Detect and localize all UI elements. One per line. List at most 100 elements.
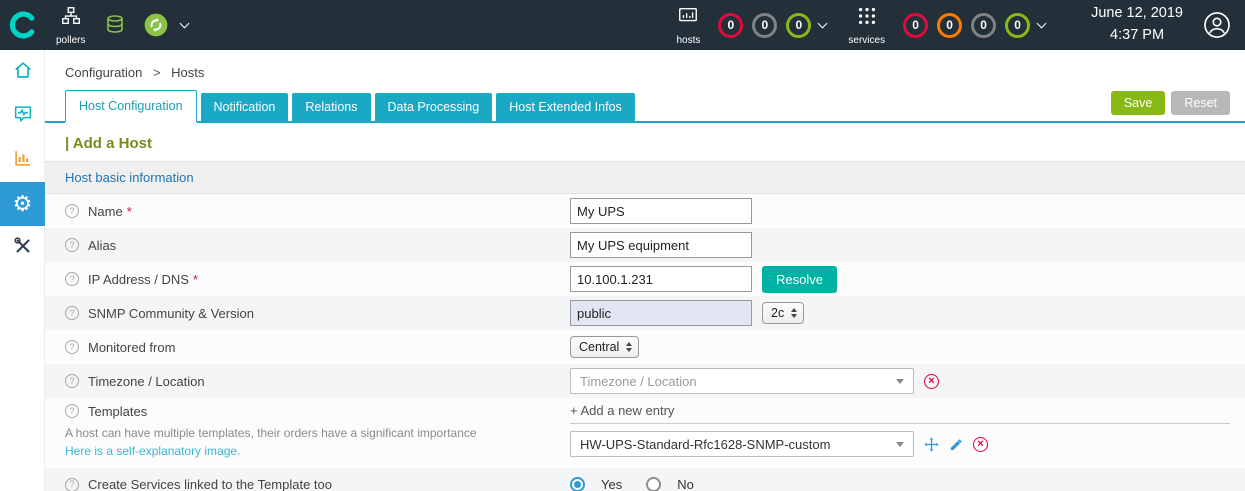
create-services-yes-radio[interactable] — [570, 477, 585, 491]
help-icon[interactable]: ? — [65, 340, 79, 354]
services-menu[interactable]: services — [848, 5, 885, 46]
tab-notification[interactable]: Notification — [201, 93, 289, 121]
host-status-badges: 0 0 0 — [718, 13, 811, 38]
hosts-icon — [677, 5, 699, 32]
hosts-down-badge[interactable]: 0 — [718, 13, 743, 38]
centreon-logo[interactable] — [0, 10, 46, 40]
snmp-community-input[interactable] — [570, 300, 752, 326]
form-row-monitored-from: ? Monitored from Central — [45, 330, 1245, 364]
services-ok-badge[interactable]: 0 — [1005, 13, 1030, 38]
breadcrumb-separator: > — [153, 65, 161, 80]
gear-icon: ⚙ — [13, 193, 33, 215]
sidebar-item-configuration[interactable]: ⚙ — [0, 182, 45, 226]
sidebar: ⚙ — [0, 50, 45, 491]
services-critical-badge[interactable]: 0 — [903, 13, 928, 38]
monitored-from-select[interactable]: Central — [570, 336, 639, 358]
create-services-no-radio[interactable] — [646, 477, 661, 491]
delete-template-icon[interactable]: × — [973, 437, 988, 452]
name-input[interactable] — [570, 198, 752, 224]
help-icon[interactable]: ? — [65, 306, 79, 320]
hosts-unreachable-badge[interactable]: 0 — [752, 13, 777, 38]
tab-host-configuration[interactable]: Host Configuration — [65, 90, 197, 123]
help-icon[interactable]: ? — [65, 272, 79, 286]
sidebar-item-home[interactable] — [0, 50, 45, 94]
templates-help-link[interactable]: Here is a self-explanatory image. — [65, 442, 550, 460]
chevron-down-icon[interactable] — [1037, 19, 1047, 29]
pollers-icon — [60, 5, 82, 32]
alias-input[interactable] — [570, 232, 752, 258]
form-row-timezone: ? Timezone / Location Timezone / Locatio… — [45, 364, 1245, 398]
ip-input-cell: Resolve — [570, 266, 1245, 293]
required-asterisk: * — [193, 272, 198, 287]
chevron-down-icon — [896, 379, 904, 384]
monitored-label-cell: ? Monitored from — [65, 340, 570, 355]
services-warning-badge[interactable]: 0 — [937, 13, 962, 38]
tools-icon — [12, 235, 34, 262]
topbar: pollers hosts 0 0 — [0, 0, 1245, 50]
timezone-placeholder: Timezone / Location — [580, 374, 697, 389]
monitored-input-cell: Central — [570, 336, 1245, 358]
monitored-from-value: Central — [579, 340, 619, 354]
current-time: 4:37 PM — [1091, 25, 1183, 47]
page-title: | Add a Host — [45, 123, 1245, 161]
main-content: Configuration > Hosts Host Configuration… — [45, 50, 1245, 491]
form-row-templates: ? Templates A host can have multiple tem… — [45, 398, 1245, 468]
save-button[interactable]: Save — [1111, 91, 1166, 115]
name-label-cell: ? Name* — [65, 204, 570, 219]
edit-template-icon[interactable] — [949, 437, 964, 452]
help-icon[interactable]: ? — [65, 238, 79, 252]
services-icon — [856, 5, 878, 32]
help-icon[interactable]: ? — [65, 204, 79, 218]
tab-data-processing[interactable]: Data Processing — [375, 93, 493, 121]
template-select[interactable]: HW-UPS-Standard-Rfc1628-SNMP-custom — [570, 431, 914, 457]
create-services-yes-label: Yes — [601, 477, 622, 491]
pollers-menu[interactable]: pollers — [56, 5, 85, 46]
help-icon[interactable]: ? — [65, 374, 79, 388]
select-stepper-icon — [626, 342, 632, 352]
move-template-icon[interactable] — [923, 436, 940, 453]
sidebar-item-reporting[interactable] — [0, 138, 45, 182]
pollers-label: pollers — [56, 35, 85, 46]
user-profile-icon[interactable] — [1203, 11, 1231, 39]
timezone-input-cell: Timezone / Location × — [570, 368, 1245, 394]
breadcrumb-hosts[interactable]: Hosts — [171, 65, 204, 80]
chart-icon — [12, 147, 34, 174]
sidebar-item-administration[interactable] — [0, 226, 45, 270]
reset-button[interactable]: Reset — [1171, 91, 1230, 115]
create-services-no-label: No — [677, 477, 694, 491]
tab-relations[interactable]: Relations — [292, 93, 370, 121]
select-stepper-icon — [791, 308, 797, 318]
resolve-button[interactable]: Resolve — [762, 266, 837, 293]
alias-input-cell — [570, 232, 1245, 258]
timezone-label: Timezone / Location — [88, 374, 205, 389]
help-icon[interactable]: ? — [65, 404, 79, 418]
alias-label: Alias — [88, 238, 116, 253]
help-icon[interactable]: ? — [65, 478, 79, 491]
templates-label: Templates — [88, 404, 147, 419]
tab-host-extended-infos[interactable]: Host Extended Infos — [496, 93, 635, 121]
breadcrumb-configuration[interactable]: Configuration — [65, 65, 142, 80]
database-icon[interactable] — [103, 13, 127, 37]
services-unknown-badge[interactable]: 0 — [971, 13, 996, 38]
poller-status-icon[interactable] — [143, 12, 169, 38]
clear-timezone-icon[interactable]: × — [924, 374, 939, 389]
hosts-label: hosts — [676, 35, 700, 46]
snmp-label-cell: ? SNMP Community & Version — [65, 306, 570, 321]
name-label: Name* — [88, 204, 132, 219]
form-row-alias: ? Alias — [45, 228, 1245, 262]
chevron-down-icon[interactable] — [180, 19, 190, 29]
ip-label-cell: ? IP Address / DNS* — [65, 272, 570, 287]
chevron-down-icon — [896, 442, 904, 447]
chevron-down-icon[interactable] — [818, 19, 828, 29]
ip-address-input[interactable] — [570, 266, 752, 292]
form-actions: Save Reset — [1111, 91, 1230, 115]
sidebar-item-monitoring[interactable] — [0, 94, 45, 138]
required-asterisk: * — [127, 204, 132, 219]
snmp-version-select[interactable]: 2c — [762, 302, 804, 324]
heartbeat-icon — [12, 103, 34, 130]
add-template-entry-link[interactable]: + Add a new entry — [570, 398, 1230, 424]
hosts-menu[interactable]: hosts — [676, 5, 700, 46]
timezone-select[interactable]: Timezone / Location — [570, 368, 914, 394]
hosts-up-badge[interactable]: 0 — [786, 13, 811, 38]
form-row-name: ? Name* — [45, 194, 1245, 228]
